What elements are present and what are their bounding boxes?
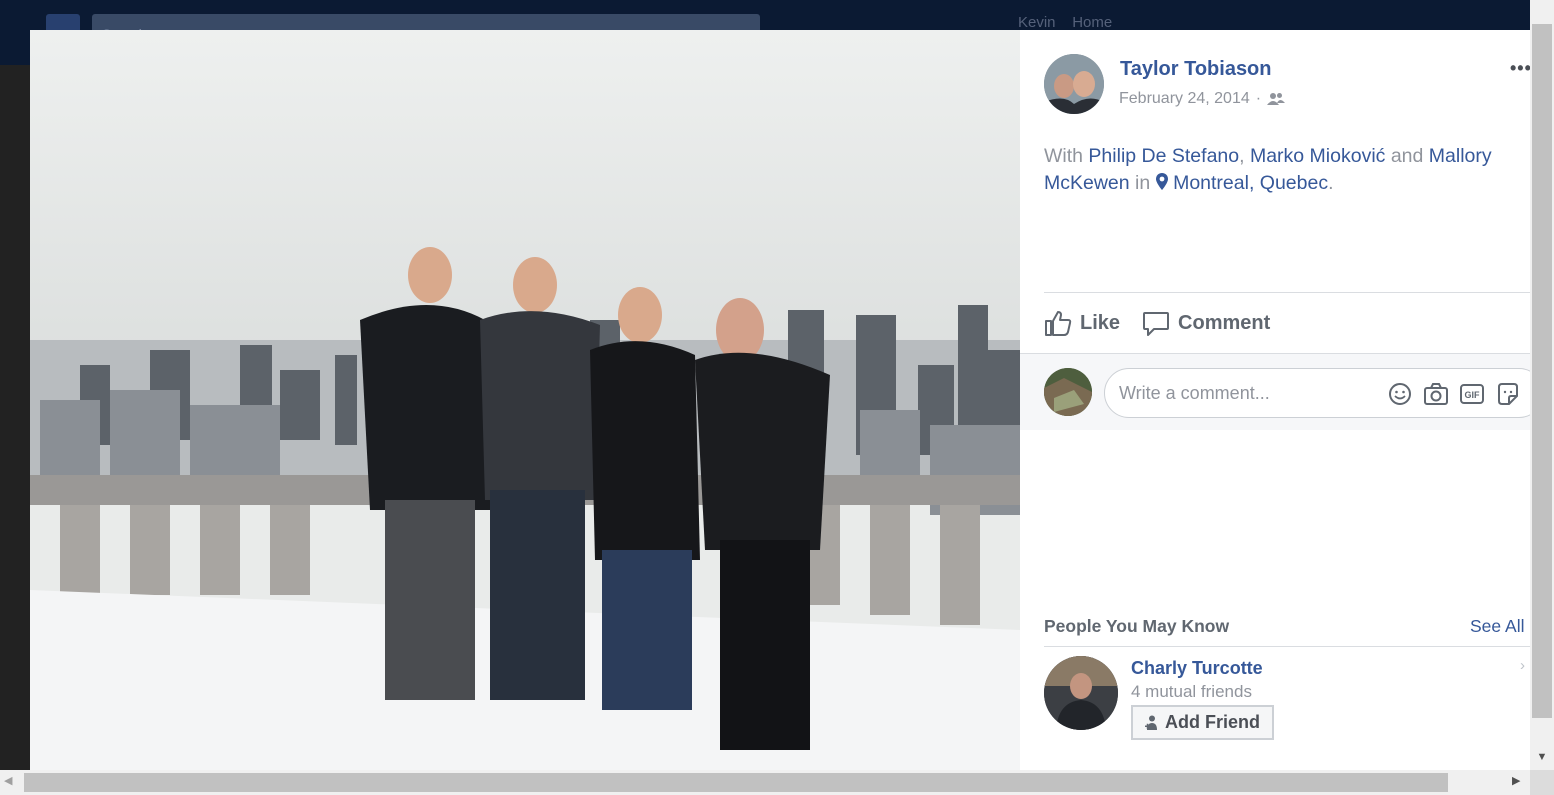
- horizontal-scrollbar-thumb[interactable]: [24, 773, 1448, 792]
- date-separator: ·: [1255, 90, 1262, 107]
- divider: [1044, 646, 1530, 647]
- comment-composer: Write a comment... GIF: [1020, 354, 1544, 430]
- current-user-avatar[interactable]: [1044, 368, 1092, 416]
- friends-icon[interactable]: [1267, 92, 1286, 106]
- comment-button[interactable]: Comment: [1142, 309, 1270, 337]
- pymk-title: People You May Know: [1044, 616, 1230, 636]
- location-pin-icon: [1155, 173, 1168, 190]
- background-home-label: Home: [1072, 14, 1113, 31]
- caption-comma: ,: [1239, 145, 1245, 167]
- thumbs-up-icon: [1045, 311, 1072, 336]
- post-meta: February 24, 2014 ·: [1119, 90, 1286, 108]
- post-details-panel: Taylor Tobiason February 24, 2014 · ••• …: [1020, 30, 1544, 770]
- add-friend-label: Add Friend: [1165, 712, 1260, 732]
- caption-period: .: [1328, 172, 1334, 194]
- emoji-icon[interactable]: [1387, 381, 1413, 407]
- caption-in: in: [1135, 172, 1151, 194]
- post-caption: With Philip De Stefano, Marko Mioković a…: [1044, 143, 1530, 197]
- comment-label: Comment: [1178, 311, 1271, 334]
- pymk-mutual-friends[interactable]: 4 mutual friends: [1131, 682, 1252, 702]
- add-friend-button[interactable]: Add Friend: [1131, 705, 1274, 740]
- add-friend-icon: [1145, 715, 1157, 730]
- more-options-icon[interactable]: •••: [1510, 58, 1532, 79]
- see-all-link[interactable]: See All: [1470, 616, 1524, 637]
- author-name[interactable]: Taylor Tobiason: [1120, 58, 1272, 81]
- pymk-person-name[interactable]: Charly Turcotte: [1131, 658, 1263, 679]
- author-avatar-image: [1044, 54, 1104, 114]
- tagged-person-link[interactable]: Philip De Stefano: [1088, 145, 1239, 167]
- tagged-person-link[interactable]: Marko Mioković: [1250, 145, 1385, 167]
- comment-input[interactable]: Write a comment... GIF: [1104, 368, 1544, 418]
- scrollbar-corner: [1530, 770, 1554, 795]
- divider: [1044, 292, 1530, 293]
- like-label: Like: [1080, 311, 1121, 334]
- pymk-avatar-image: [1044, 656, 1118, 730]
- scroll-left-arrow-icon[interactable]: ◀: [4, 774, 12, 787]
- scroll-down-arrow-icon[interactable]: ▼: [1532, 748, 1552, 766]
- photo-image: [30, 30, 1020, 770]
- comment-bubble-icon: [1143, 312, 1170, 336]
- pymk-avatar[interactable]: [1044, 656, 1118, 730]
- current-user-avatar-image: [1044, 368, 1092, 416]
- gif-icon[interactable]: GIF: [1459, 381, 1485, 407]
- post-date[interactable]: February 24, 2014: [1119, 90, 1250, 108]
- with-prefix: With: [1044, 145, 1083, 167]
- action-bar: Like Comment: [1044, 307, 1270, 339]
- camera-icon[interactable]: [1423, 381, 1449, 407]
- post-photo[interactable]: [30, 30, 1020, 770]
- chevron-right-icon[interactable]: ›: [1520, 657, 1525, 674]
- vertical-scrollbar-thumb[interactable]: [1532, 24, 1552, 718]
- like-button[interactable]: Like: [1044, 309, 1120, 337]
- sticker-icon[interactable]: [1495, 381, 1521, 407]
- scroll-right-arrow-icon[interactable]: ▶: [1512, 774, 1520, 787]
- author-avatar[interactable]: [1044, 54, 1104, 114]
- caption-and: and: [1390, 145, 1424, 167]
- background-user-name: Kevin: [1018, 14, 1056, 31]
- comment-placeholder: Write a comment...: [1119, 383, 1270, 403]
- gif-icon-text: GIF: [1465, 390, 1481, 400]
- location-link[interactable]: Montreal, Quebec: [1173, 172, 1328, 194]
